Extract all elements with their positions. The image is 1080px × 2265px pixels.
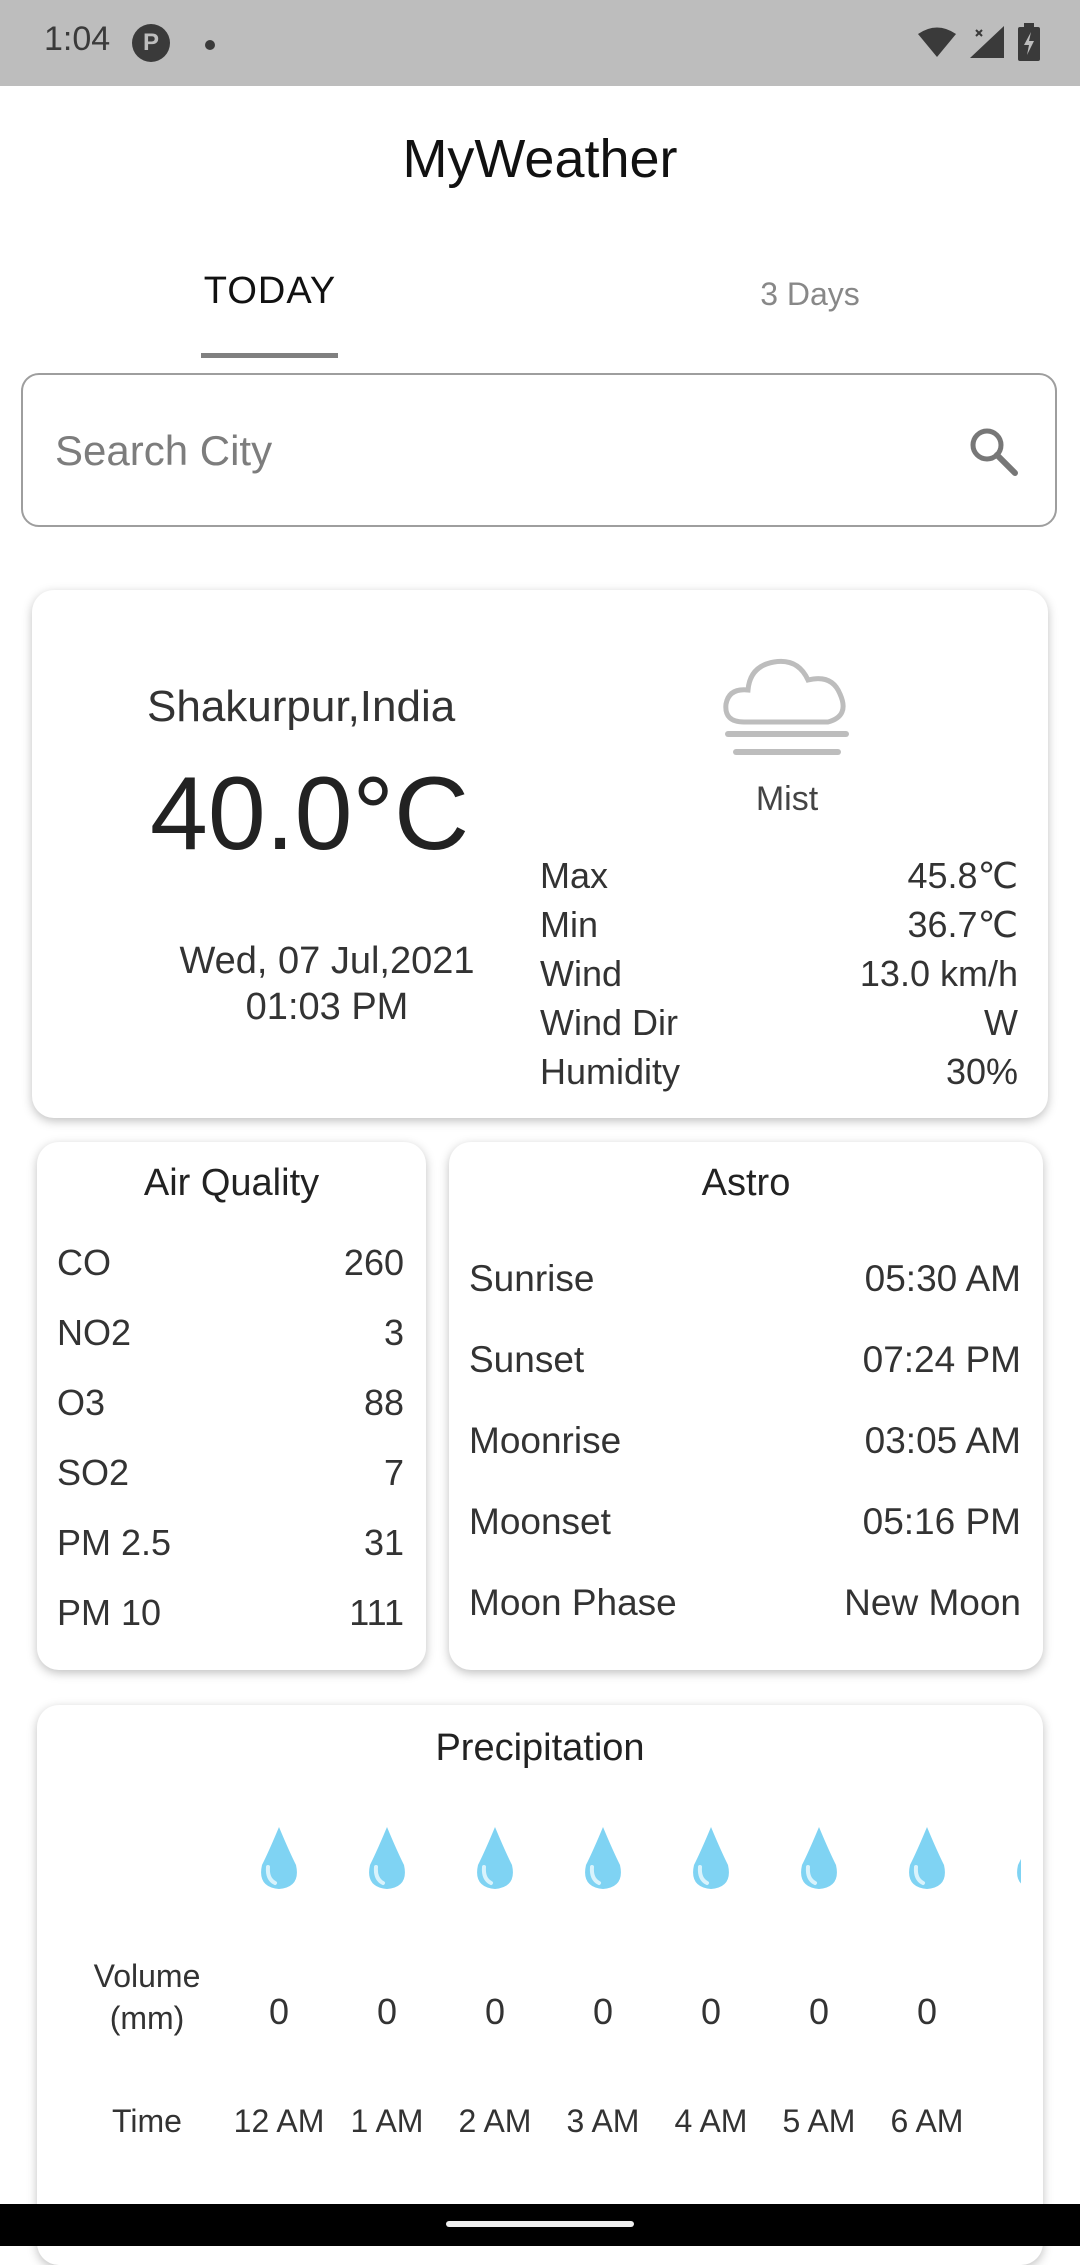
astro-value: New Moon [844, 1582, 1021, 1623]
signal-icon [970, 26, 1004, 58]
astro-label: Moonrise [469, 1420, 622, 1461]
stat-label: Humidity [540, 1051, 681, 1092]
aq-label: NO2 [57, 1312, 132, 1353]
weather-stats: Max 45.8℃ Min 36.7℃ Wind 13.0 km/h Wind Dir… [540, 855, 1018, 1100]
precip-volume: 0 [376, 1991, 398, 2032]
astro-label: Moonset [469, 1501, 611, 1542]
aq-value: 3 [383, 1312, 404, 1353]
water-drop-icon [801, 1827, 837, 1889]
stat-label: Max [540, 855, 609, 896]
astro-value: 03:05 AM [864, 1420, 1021, 1461]
search-icon[interactable] [967, 425, 1019, 477]
location-name: Shakurpur,India [147, 682, 456, 731]
precip-time: 7 [971, 2103, 1021, 2140]
cloud-mist-icon [723, 658, 849, 755]
water-drop-icon [909, 1827, 945, 1889]
astro-row-moon-phase: Moon Phase New Moon [469, 1582, 1021, 1663]
stat-label: Min [540, 904, 599, 945]
status-time: 1:04 [44, 20, 111, 58]
astro-list: Sunrise 05:30 AM Sunset 07:24 PM Moonrise 0… [469, 1258, 1021, 1663]
astro-row-sunset: Sunset 07:24 PM [469, 1339, 1021, 1420]
tab-bar: TODAY 3 Days [0, 240, 1080, 360]
aq-label: CO [57, 1242, 111, 1283]
aq-value: 31 [363, 1522, 404, 1563]
tab-indicator [201, 353, 338, 358]
water-drop-icon [1017, 1858, 1021, 1884]
precip-volume: 0 [592, 1991, 614, 2032]
water-drop-icon [261, 1827, 297, 1889]
precipitation-hourly-list[interactable]: 0 12 AM 0 1 AM 0 2 AM 0 3 AM 0 4 AM 0 5 … [37, 1705, 1021, 2265]
stat-row-humidity: Humidity 30% [540, 1051, 1018, 1100]
precip-volume: 0 [700, 1991, 722, 2032]
stat-row-wind-dir: Wind Dir W [540, 1002, 1018, 1051]
astro-value: 05:16 PM [862, 1501, 1021, 1542]
astro-label: Sunset [469, 1339, 585, 1380]
precipitation-card: Precipitation Volume (mm) Time 0 12 AM 0… [37, 1705, 1043, 2265]
stat-value: W [984, 1002, 1018, 1043]
aq-value: 7 [383, 1452, 404, 1493]
astro-label: Moon Phase [469, 1582, 677, 1623]
date-text: Wed, 07 Jul,2021 [179, 940, 475, 982]
system-nav-bar [0, 2204, 1080, 2246]
current-temperature: 40.0°C [150, 756, 470, 872]
water-drop-icon [369, 1827, 405, 1889]
precip-volume: 0 [916, 1991, 938, 2032]
aq-label: PM 2.5 [57, 1522, 172, 1563]
astro-value: 07:24 PM [862, 1339, 1021, 1380]
precip-volume: 0 [808, 1991, 830, 2032]
stat-label: Wind [540, 953, 623, 994]
aq-row: NO2 3 [57, 1312, 404, 1382]
aq-value: 88 [363, 1382, 404, 1423]
status-bar: 1:04 P [0, 0, 1080, 86]
home-gesture-handle[interactable] [446, 2221, 634, 2227]
stat-value: 45.8℃ [907, 855, 1019, 896]
precip-volume: 0 [268, 1991, 290, 2032]
astro-row-sunrise: Sunrise 05:30 AM [469, 1258, 1021, 1339]
stat-row-max: Max 45.8℃ [540, 855, 1018, 904]
air-quality-card: Air Quality CO 260 NO2 3 O3 88 SO2 7 PM 2.5 3… [37, 1142, 426, 1670]
stat-row-wind: Wind 13.0 km/h [540, 953, 1018, 1002]
notification-icon: P [132, 24, 170, 62]
tab-today[interactable]: TODAY [120, 270, 420, 313]
stat-value: 30% [945, 1051, 1018, 1092]
weather-condition: Mist [755, 780, 819, 818]
stat-value: 13.0 km/h [859, 953, 1018, 994]
astro-row-moonset: Moonset 05:16 PM [469, 1501, 1021, 1582]
air-quality-list: CO 260 NO2 3 O3 88 SO2 7 PM 2.5 31 PM 10 111 [57, 1242, 404, 1662]
tab-3-days[interactable]: 3 Days [660, 276, 960, 313]
stat-row-min: Min 36.7℃ [540, 904, 1018, 953]
astro-label: Sunrise [469, 1258, 595, 1299]
notification-dot-icon [205, 40, 215, 50]
aq-row: PM 10 111 [57, 1592, 404, 1662]
aq-row: CO 260 [57, 1242, 404, 1312]
precip-volume: 0 [484, 1991, 506, 2032]
wifi-icon [918, 27, 956, 57]
search-input[interactable] [53, 415, 937, 487]
water-drop-icon [693, 1827, 729, 1889]
astro-card: Astro Sunrise 05:30 AM Sunset 07:24 PM Moo… [449, 1142, 1043, 1670]
current-weather-card: Shakurpur,India 40.0°C Wed, 07 Jul,2021 … [32, 590, 1048, 1118]
aq-label: O3 [57, 1382, 106, 1423]
astro-row-moonrise: Moonrise 03:05 AM [469, 1420, 1021, 1501]
app-title: MyWeather [402, 129, 678, 189]
stat-label: Wind Dir [540, 1002, 679, 1043]
water-drop-icon [585, 1827, 621, 1889]
aq-value: 260 [343, 1242, 404, 1283]
stat-value: 36.7℃ [907, 904, 1019, 945]
status-icons [918, 22, 1040, 62]
astro-value: 05:30 AM [864, 1258, 1021, 1299]
search-box [21, 373, 1057, 527]
aq-value: 111 [349, 1592, 404, 1633]
astro-title: Astro [701, 1162, 791, 1204]
time-text: 01:03 PM [245, 986, 409, 1028]
water-drop-icon [477, 1827, 513, 1889]
aq-row: PM 2.5 31 [57, 1522, 404, 1592]
aq-row: SO2 7 [57, 1452, 404, 1522]
aq-label: PM 10 [57, 1592, 162, 1633]
battery-icon [1018, 23, 1040, 61]
aq-label: SO2 [57, 1452, 130, 1493]
date-time: Wed, 07 Jul,2021 01:03 PM [92, 938, 562, 1030]
air-quality-title: Air Quality [143, 1162, 320, 1204]
aq-row: O3 88 [57, 1382, 404, 1452]
